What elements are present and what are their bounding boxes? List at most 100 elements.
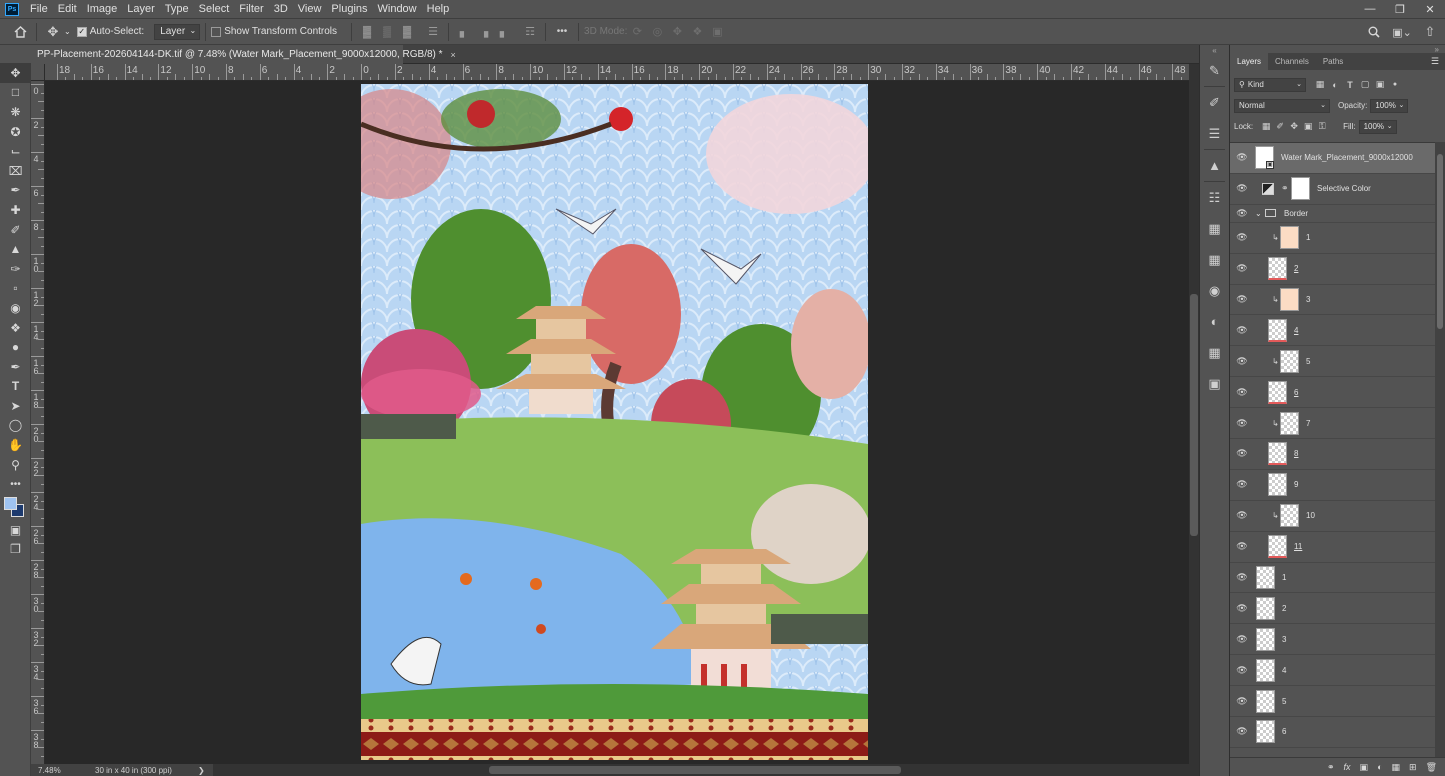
tab-layers[interactable]: Layers (1230, 53, 1269, 70)
minimize-icon[interactable]: — (1355, 0, 1385, 18)
filter-shape-icon[interactable]: ▢ (1359, 79, 1371, 90)
pen-tool-icon[interactable]: ✒ (0, 357, 31, 377)
align-middle-icon[interactable]: ▗ (474, 22, 494, 42)
menu-edit[interactable]: Edit (53, 0, 82, 18)
visibility-eye-icon[interactable]: 👁︎ (1236, 726, 1247, 736)
layer-row[interactable]: 👁︎ 4 (1230, 315, 1435, 347)
link-layers-icon[interactable]: ⚭ (1327, 762, 1335, 773)
document-canvas[interactable] (361, 84, 868, 760)
menu-select[interactable]: Select (194, 0, 235, 18)
layer-row[interactable]: 👁︎ ↳ 5 (1230, 346, 1435, 378)
canvas-horizontal-scrollbar[interactable] (213, 764, 1199, 776)
screen-mode-icon[interactable]: ❐ (0, 540, 31, 560)
move-tool-icon[interactable]: ✥ (0, 63, 31, 83)
visibility-eye-icon[interactable]: 👁︎ (1236, 232, 1247, 242)
visibility-eye-icon[interactable]: 👁︎ (1236, 387, 1247, 397)
menu-view[interactable]: View (293, 0, 327, 18)
adjustment-layer-icon[interactable] (1262, 182, 1274, 195)
visibility-eye-icon[interactable]: 👁︎ (1236, 603, 1247, 613)
workspace-icon[interactable]: ▣⌄ (1389, 22, 1415, 42)
visibility-eye-icon[interactable]: 👁︎ (1236, 479, 1247, 489)
zoom-level[interactable]: 7.48% (38, 766, 95, 775)
layer-row[interactable]: 👁︎ 2 (1230, 593, 1435, 625)
show-transform-checkbox[interactable] (211, 26, 222, 37)
filter-type-icon[interactable]: T (1344, 79, 1356, 90)
menu-help[interactable]: Help (422, 0, 455, 18)
menu-window[interactable]: Window (373, 0, 422, 18)
layer-thumbnail[interactable] (1268, 442, 1287, 466)
align-top-icon[interactable]: ▖ (454, 22, 474, 42)
visibility-eye-icon[interactable]: 👁︎ (1236, 572, 1247, 582)
panel-collapse-icon[interactable]: » (1230, 45, 1445, 54)
close-window-icon[interactable]: ✕ (1415, 0, 1445, 18)
frame-tool-icon[interactable]: ⌧ (0, 161, 31, 181)
layer-row[interactable]: 👁︎ 6 (1230, 377, 1435, 409)
document-tab[interactable]: PP-Placement-202604144-DK.tif @ 7.48% (W… (31, 45, 456, 64)
layer-row[interactable]: 👁︎ ▣ Water Mark_Placement_9000x12000 (1230, 143, 1435, 174)
photoshop-logo-icon[interactable]: Ps (5, 2, 19, 16)
layer-thumbnail[interactable] (1268, 318, 1287, 342)
visibility-eye-icon[interactable]: 👁︎ (1236, 263, 1247, 273)
menu-image[interactable]: Image (82, 0, 123, 18)
layer-thumbnail[interactable] (1280, 349, 1299, 373)
delete-layer-icon[interactable]: 🗑︎ (1426, 762, 1437, 773)
layer-thumbnail[interactable] (1280, 504, 1299, 528)
layer-row[interactable]: 👁︎ 4 (1230, 655, 1435, 687)
distribute-vertical-icon[interactable]: ☶ (520, 22, 540, 42)
lock-artboard-icon[interactable]: ▣ (1301, 121, 1315, 132)
kind-filter-dropdown[interactable]: ⚲ Kind ⌄ (1234, 77, 1306, 92)
foreground-color-swatch[interactable] (4, 497, 17, 511)
align-left-icon[interactable]: ▓ (357, 22, 377, 42)
3d-roll-icon[interactable]: ◎ (647, 22, 667, 42)
layer-row[interactable]: 👁︎ ⚭ Selective Color (1230, 174, 1435, 205)
history-brush-tool-icon[interactable]: ✑ (0, 259, 31, 279)
zoom-tool-icon[interactable]: ⚲ (0, 455, 31, 475)
align-center-icon[interactable]: ▒ (377, 22, 397, 42)
swatches-panel-icon[interactable]: ▦ (1200, 337, 1229, 368)
layer-row[interactable]: 👁︎ ↳ 3 (1230, 285, 1435, 316)
distribute-icon[interactable]: ☰ (423, 22, 443, 42)
canvas-area[interactable] (45, 81, 1189, 764)
filter-toggle-icon[interactable]: ● (1389, 79, 1401, 90)
layer-mask-thumbnail[interactable] (1291, 177, 1310, 201)
quick-select-tool-icon[interactable]: ✪ (0, 122, 31, 142)
menu-plugins[interactable]: Plugins (326, 0, 372, 18)
layer-row[interactable]: 👁︎ 3 (1230, 624, 1435, 656)
menu-3d[interactable]: 3D (269, 0, 293, 18)
close-tab-icon[interactable]: × (451, 50, 456, 60)
auto-select-target-dropdown[interactable]: Layer ⌄ (154, 23, 201, 40)
visibility-eye-icon[interactable]: 👁︎ (1236, 634, 1247, 644)
menu-type[interactable]: Type (160, 0, 194, 18)
visibility-eye-icon[interactable]: 👁︎ (1236, 696, 1247, 706)
scrollbar-thumb[interactable] (1437, 154, 1443, 329)
visibility-eye-icon[interactable]: 👁︎ (1236, 208, 1247, 218)
tab-paths[interactable]: Paths (1316, 53, 1350, 70)
new-layer-icon[interactable]: ⊞ (1409, 762, 1417, 773)
visibility-eye-icon[interactable]: 👁︎ (1236, 294, 1247, 304)
3d-panel-icon[interactable]: ◉ (1200, 275, 1229, 306)
new-group-icon[interactable]: ▦ (1392, 762, 1401, 773)
search-icon[interactable] (1365, 22, 1383, 42)
patterns-panel-icon[interactable]: ▣ (1200, 368, 1229, 399)
layer-thumbnail[interactable] (1256, 689, 1275, 713)
visibility-eye-icon[interactable]: 👁︎ (1236, 541, 1247, 551)
visibility-eye-icon[interactable]: 👁︎ (1236, 152, 1247, 162)
menu-layer[interactable]: Layer (122, 0, 160, 18)
clone-stamp-tool-icon[interactable]: ▲ (0, 239, 31, 259)
layer-thumbnail[interactable] (1280, 411, 1299, 435)
3d-scale-icon[interactable]: ▣ (707, 22, 727, 42)
eraser-tool-icon[interactable]: ▫ (0, 279, 31, 299)
visibility-eye-icon[interactable]: 👁︎ (1236, 325, 1247, 335)
visibility-eye-icon[interactable]: 👁︎ (1236, 418, 1247, 428)
dodge-tool-icon[interactable]: ● (0, 337, 31, 357)
layer-thumbnail[interactable] (1268, 535, 1287, 559)
add-mask-icon[interactable]: ▣ (1360, 762, 1369, 773)
gradients-panel-icon[interactable]: ▦ (1200, 213, 1229, 244)
properties-panel-icon[interactable]: ☰ (1200, 118, 1229, 149)
tab-channels[interactable]: Channels (1268, 53, 1316, 70)
visibility-eye-icon[interactable]: 👁︎ (1236, 510, 1247, 520)
ruler-corner[interactable] (31, 64, 45, 81)
blur-tool-icon[interactable]: ❖ (0, 318, 31, 338)
home-icon[interactable] (9, 21, 31, 43)
lock-position-icon[interactable]: ✥ (1287, 121, 1301, 132)
